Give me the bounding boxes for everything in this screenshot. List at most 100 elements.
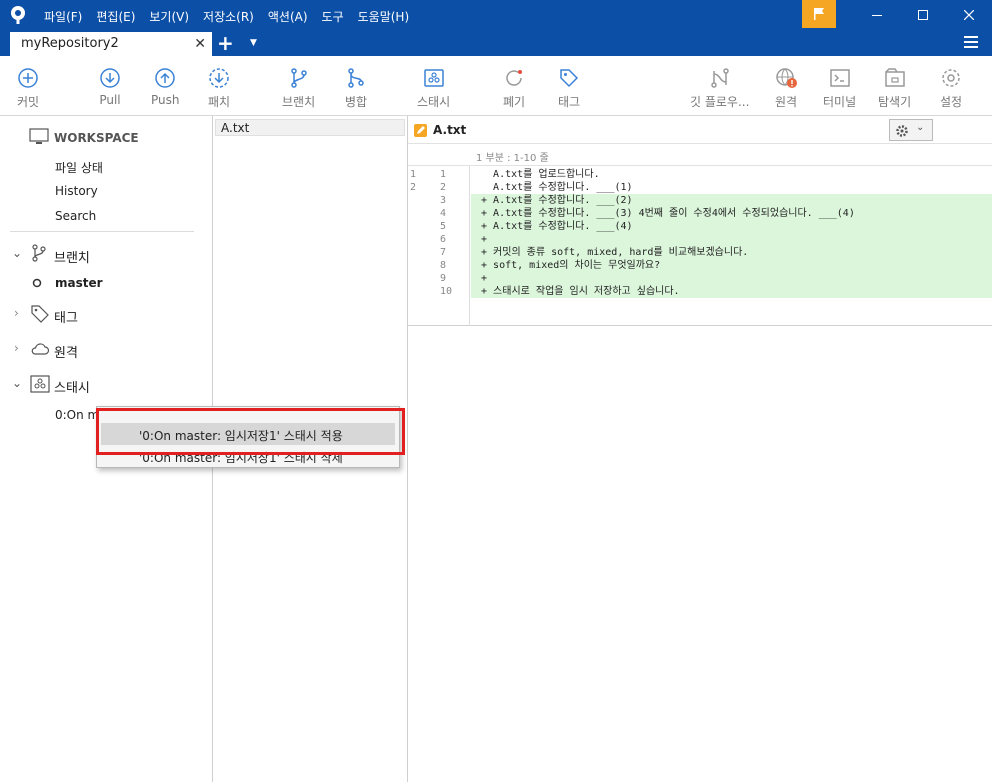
gear-icon — [942, 69, 960, 87]
new-line-number: 5 — [440, 221, 447, 232]
sidebar-item-history[interactable]: History — [55, 184, 98, 198]
toolbar-label: 깃 플로우... — [690, 95, 750, 109]
new-line-number: 3 — [440, 195, 447, 206]
tab-dropdown-icon[interactable]: ▼ — [250, 38, 257, 48]
new-tab-button[interactable]: + — [217, 31, 234, 55]
hunk-label: 1 부분 : 1-10 줄 — [476, 153, 549, 164]
tab-bar: myRepository2 ✕ + ▼ — [0, 30, 992, 56]
stash-button[interactable]: 스태시 — [417, 66, 450, 110]
menu-tools[interactable]: 도구 — [322, 8, 344, 25]
sidebar-item-search[interactable]: Search — [55, 209, 96, 223]
menu-help[interactable]: 도움말(H) — [358, 8, 410, 25]
toolbar-label: 커밋 — [16, 95, 40, 109]
push-button[interactable]: Push — [151, 66, 180, 107]
new-line-number: 10 — [440, 286, 453, 297]
hunk-header: 1 부분 : 1-10 줄 — [408, 144, 992, 166]
sourcetree-logo-icon — [11, 6, 25, 24]
tab-myrepository2[interactable]: myRepository2 ✕ — [10, 32, 212, 56]
explorer-button[interactable]: 탐색기 — [878, 66, 911, 110]
close-window-button[interactable] — [946, 0, 992, 30]
chevron-down-icon[interactable]: ⌄ — [12, 376, 22, 390]
diff-line: 1 1 A.txt를 업로드합니다. — [408, 168, 992, 181]
new-line-number: 6 — [440, 234, 447, 245]
maximize-button[interactable] — [900, 0, 946, 30]
new-line-number: 1 — [440, 169, 447, 180]
branch-button[interactable]: 브랜치 — [282, 66, 315, 110]
explorer-icon — [884, 68, 905, 87]
hamburger-menu-icon[interactable] — [964, 36, 978, 48]
diff-line-text: + — [471, 233, 992, 246]
chevron-right-icon[interactable]: › — [14, 341, 19, 355]
toolbar-label: 태그 — [557, 95, 581, 109]
remote-button[interactable]: 원격 — [774, 66, 798, 110]
highlight-annotation-box — [96, 408, 405, 455]
tag-button[interactable]: 태그 — [557, 66, 581, 110]
gitflow-button[interactable]: 깃 플로우... — [690, 66, 749, 110]
diff-line-text: A.txt를 업로드합니다. — [475, 169, 600, 180]
diff-line-text: + 스태시로 작업을 임시 저장하고 싶습니다. — [471, 285, 992, 298]
minimize-icon — [872, 15, 882, 16]
gear-icon — [896, 125, 908, 137]
tags-header[interactable]: 태그 — [54, 307, 78, 326]
menu-repository[interactable]: 저장소(R) — [203, 8, 254, 25]
diff-line: 2 2 A.txt를 수정합니다. ___(1) — [408, 181, 992, 194]
stash-icon — [423, 69, 444, 87]
diff-line: 3 + A.txt를 수정합니다. ___(2) — [408, 194, 992, 207]
cloud-icon — [31, 343, 50, 355]
menu-bar: 파일(F) 편집(E) 보기(V) 저장소(R) 액션(A) 도구 도움말(H) — [44, 8, 423, 25]
commit-icon — [18, 68, 38, 88]
branches-header[interactable]: 브랜치 — [54, 247, 90, 266]
new-line-number: 7 — [440, 247, 447, 258]
diff-line-text: + A.txt를 수정합니다. ___(2) — [471, 194, 992, 207]
diff-filename: A.txt — [433, 123, 467, 137]
terminal-icon — [829, 69, 850, 87]
new-line-number: 2 — [440, 182, 447, 193]
tab-close-icon[interactable]: ✕ — [194, 36, 206, 52]
menu-edit[interactable]: 편집(E) — [96, 8, 135, 25]
merge-button[interactable]: 병합 — [344, 66, 368, 110]
chevron-right-icon[interactable]: › — [14, 306, 19, 320]
diff-line-text: + soft, mixed의 차이는 무엇일까요? — [471, 259, 992, 272]
menu-view[interactable]: 보기(V) — [149, 8, 189, 25]
maximize-icon — [918, 10, 928, 20]
stashes-header[interactable]: 스태시 — [54, 377, 90, 396]
branch-icon — [32, 244, 46, 262]
diff-header: A.txt ⌄ — [408, 116, 992, 144]
tag-icon — [560, 69, 579, 88]
toolbar-label: 스태시 — [417, 95, 451, 109]
chevron-down-icon[interactable]: ⌄ — [12, 246, 22, 260]
discard-button[interactable]: 폐기 — [502, 66, 526, 110]
diff-line-text: + — [471, 272, 992, 285]
diff-line: 7 + 커밋의 종류 soft, mixed, hard를 비교해보겠습니다. — [408, 246, 992, 259]
remotes-header[interactable]: 원격 — [54, 342, 78, 361]
notification-flag-button[interactable] — [802, 0, 836, 28]
toolbar-label: 브랜치 — [282, 95, 316, 109]
menu-actions[interactable]: 액션(A) — [268, 8, 308, 25]
title-bar: 파일(F) 편집(E) 보기(V) 저장소(R) 액션(A) 도구 도움말(H) — [0, 0, 992, 30]
new-line-number: 9 — [440, 273, 447, 284]
old-line-number: 2 — [410, 182, 417, 193]
toolbar-label: 탐색기 — [878, 95, 912, 109]
pull-button[interactable]: Pull — [98, 66, 122, 107]
fetch-button[interactable]: 패치 — [207, 66, 231, 110]
diff-line: 8 + soft, mixed의 차이는 무엇일까요? — [408, 259, 992, 272]
file-list-item[interactable]: A.txt — [215, 119, 405, 136]
sidebar-item-file-status[interactable]: 파일 상태 — [55, 159, 103, 176]
diff-line: 4 + A.txt를 수정합니다. ___(3) 4번째 줄이 수정4에서 수정… — [408, 207, 992, 220]
commit-button[interactable]: 커밋 — [16, 66, 40, 110]
diff-options-dropdown[interactable]: ⌄ — [889, 119, 933, 141]
diff-line-text: + A.txt를 수정합니다. ___(3) 4번째 줄이 수정4에서 수정되었… — [471, 207, 992, 220]
menu-file[interactable]: 파일(F) — [44, 8, 82, 25]
pull-icon — [100, 68, 120, 88]
settings-button[interactable]: 설정 — [939, 66, 963, 110]
tab-title: myRepository2 — [21, 36, 119, 51]
fetch-icon — [209, 68, 229, 88]
toolbar-label: 설정 — [939, 95, 963, 109]
push-icon — [155, 68, 175, 88]
discard-icon — [506, 70, 522, 86]
branch-master[interactable]: master — [55, 276, 103, 290]
toolbar-label: Pull — [99, 93, 121, 107]
minimize-button[interactable] — [854, 0, 900, 30]
workspace-header: WORKSPACE — [54, 131, 139, 145]
terminal-button[interactable]: 터미널 — [823, 66, 856, 110]
